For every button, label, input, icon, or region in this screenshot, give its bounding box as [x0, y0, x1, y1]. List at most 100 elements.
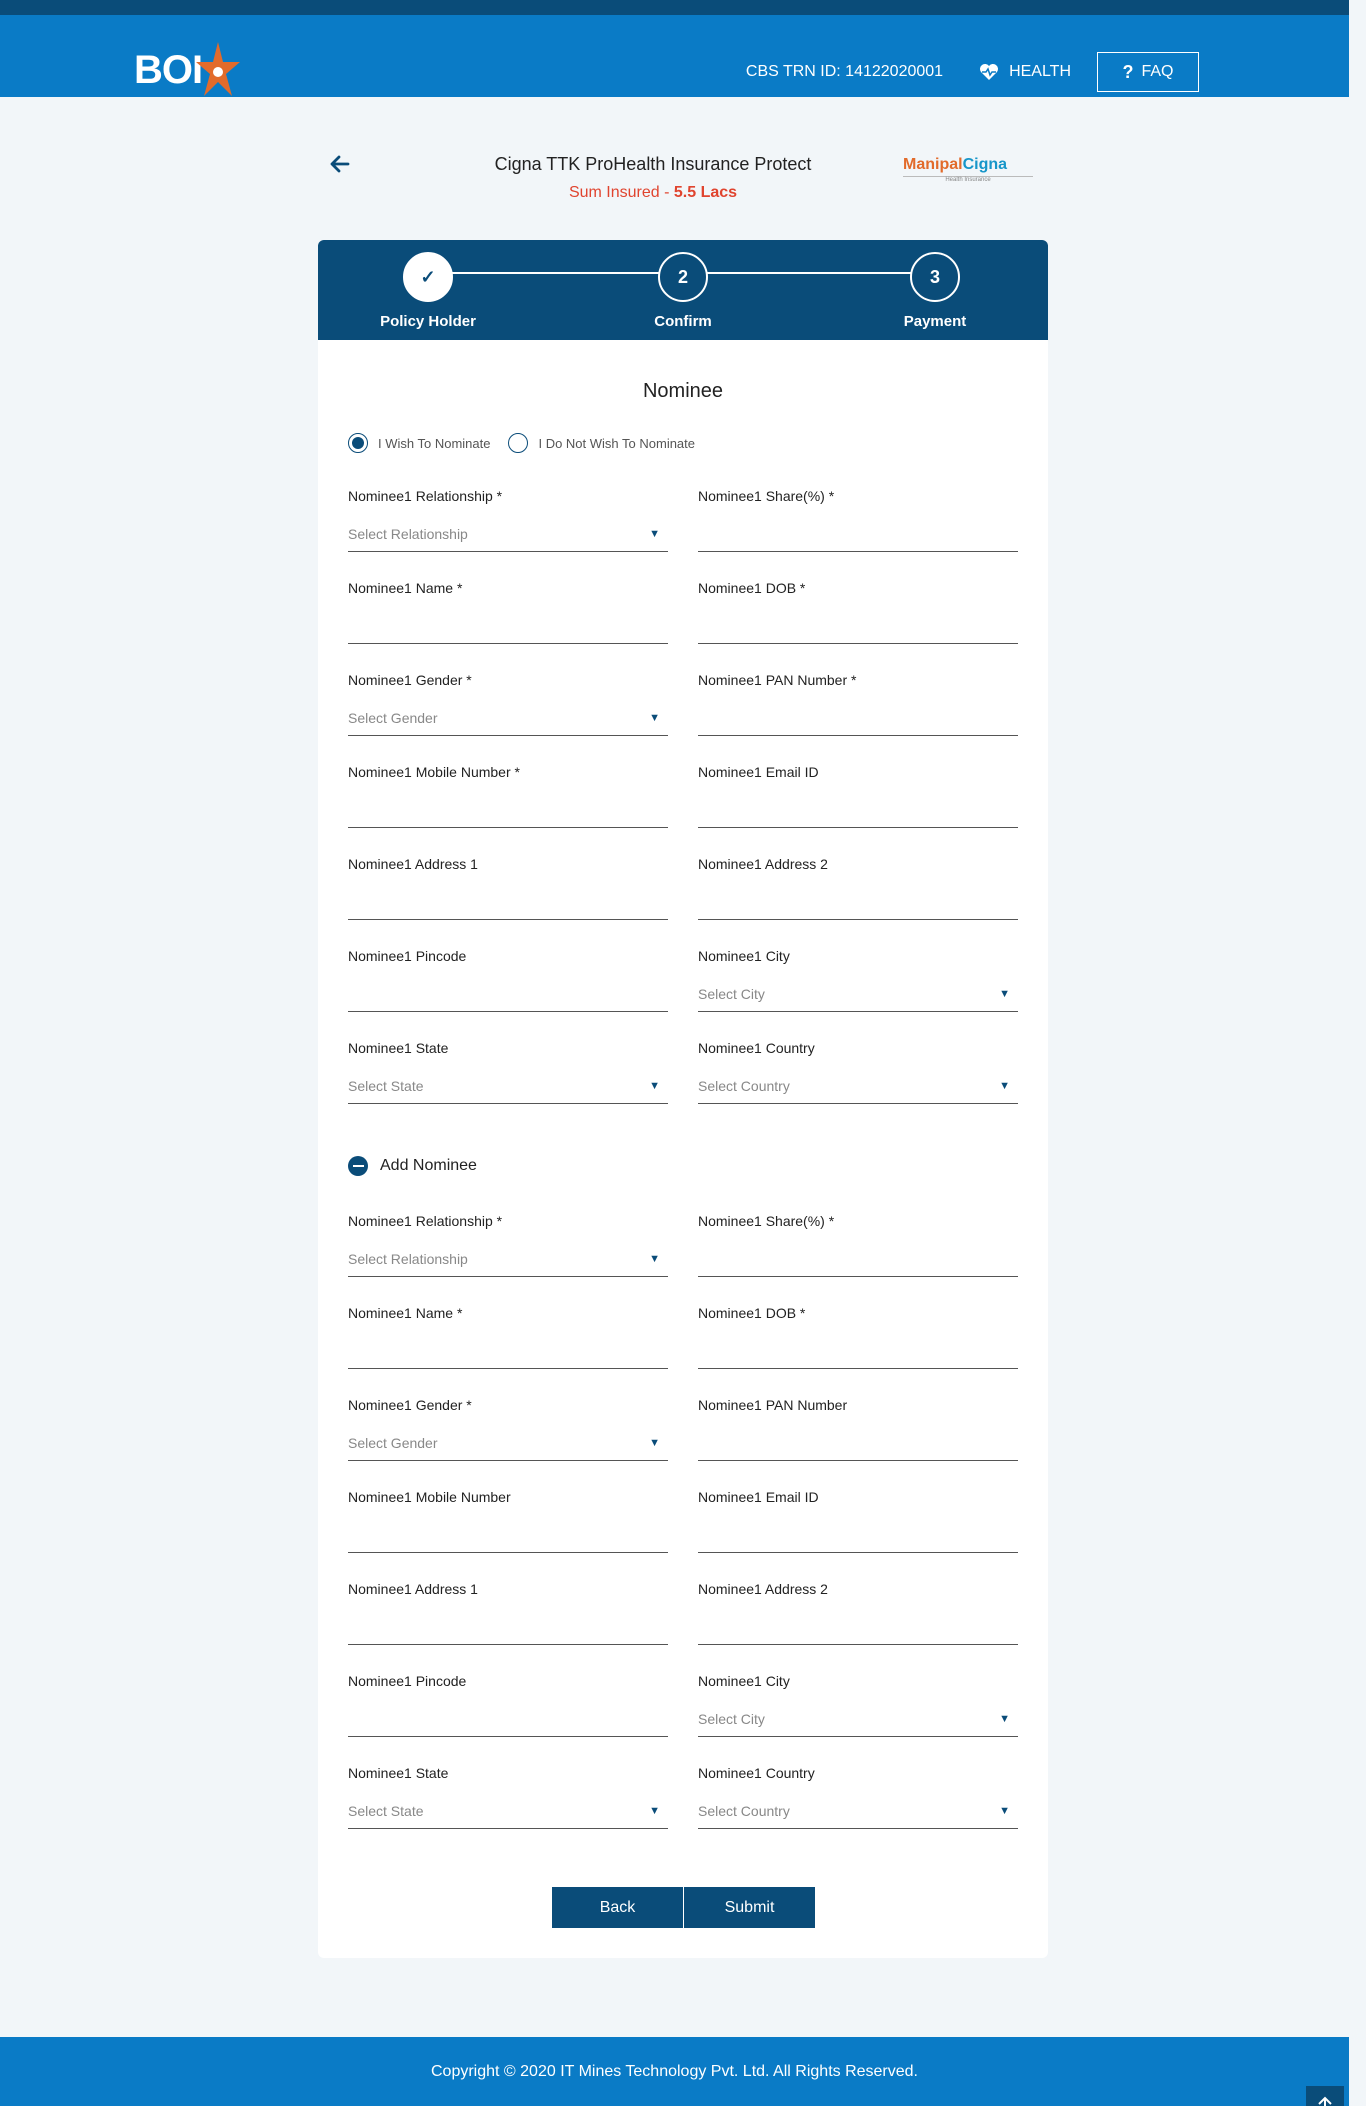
radio-no-label: I Do Not Wish To Nominate — [538, 435, 696, 451]
name-input[interactable] — [348, 608, 668, 644]
step-policy-holder-check-icon: ✓ — [403, 252, 453, 302]
field-label: Nominee1 City — [698, 1673, 790, 1689]
nominee2-address2-field: Nominee1 Address 2 — [698, 1581, 1018, 1673]
address1-input[interactable] — [348, 1609, 668, 1645]
field-label: Nominee1 Share(%) * — [698, 488, 835, 504]
arrow-up-icon — [1318, 2096, 1332, 2106]
pincode-input[interactable] — [348, 976, 668, 1012]
boi-logo[interactable]: BOI — [134, 35, 242, 105]
select-placeholder: Select Country — [698, 1077, 790, 1094]
nominee2-state-field: Nominee1 State Select State ▼ — [348, 1765, 668, 1857]
radio-wish-to-nominate[interactable]: I Wish To Nominate — [348, 433, 490, 453]
submit-button[interactable]: Submit — [684, 1887, 815, 1928]
health-label: HEALTH — [1009, 63, 1071, 80]
state-select[interactable]: Select State ▼ — [348, 1068, 668, 1104]
sum-insured: Sum Insured - 5.5 Lacs — [318, 184, 988, 202]
country-select[interactable]: Select Country ▼ — [698, 1068, 1018, 1104]
field-label: Nominee1 Country — [698, 1040, 815, 1056]
field-label: Nominee1 PAN Number * — [698, 672, 857, 688]
nominee1-relationship-field: Nominee1 Relationship * Select Relations… — [348, 488, 668, 580]
field-label: Nominee1 Email ID — [698, 764, 819, 780]
nominee1-dob-field: Nominee1 DOB * — [698, 580, 1018, 672]
step-confirm-number: 2 — [658, 252, 708, 302]
radio-checked-icon[interactable] — [348, 433, 368, 453]
nominee2-name-field: Nominee1 Name * — [348, 1305, 668, 1397]
mobile-input[interactable] — [348, 1517, 668, 1553]
chevron-down-icon: ▼ — [999, 1079, 1010, 1092]
address2-input[interactable] — [698, 1609, 1018, 1645]
state-select[interactable]: Select State ▼ — [348, 1793, 668, 1829]
share-input[interactable] — [698, 1241, 1018, 1277]
field-label: Nominee1 Pincode — [348, 1673, 467, 1689]
nominee2-email-field: Nominee1 Email ID — [698, 1489, 1018, 1581]
radio-do-not-nominate[interactable]: I Do Not Wish To Nominate — [508, 433, 695, 453]
country-select[interactable]: Select Country ▼ — [698, 1793, 1018, 1829]
select-placeholder: Select Gender — [348, 709, 438, 726]
question-icon: ? — [1122, 61, 1134, 82]
nominee2-mobile-field: Nominee1 Mobile Number — [348, 1489, 668, 1581]
chevron-down-icon: ▼ — [649, 527, 660, 540]
name-input[interactable] — [348, 1333, 668, 1369]
add-nominee-toggle[interactable]: Add Nominee — [348, 1156, 477, 1176]
chevron-down-icon: ▼ — [649, 1804, 660, 1817]
pan-input[interactable] — [698, 1425, 1018, 1461]
nominee1-city-field: Nominee1 City Select City ▼ — [698, 948, 1018, 1040]
copyright-text: Copyright © 2020 IT Mines Technology Pvt… — [431, 2062, 918, 2080]
nominee2-country-field: Nominee1 Country Select Country ▼ — [698, 1765, 1018, 1857]
site-footer: Copyright © 2020 IT Mines Technology Pvt… — [0, 2037, 1349, 2106]
field-label: Nominee1 Pincode — [348, 948, 467, 964]
relationship-select[interactable]: Select Relationship ▼ — [348, 1241, 668, 1277]
scroll-to-top-button[interactable] — [1306, 2086, 1344, 2106]
pincode-input[interactable] — [348, 1701, 668, 1737]
gender-select[interactable]: Select Gender ▼ — [348, 1425, 668, 1461]
select-placeholder: Select Gender — [348, 1434, 438, 1451]
chevron-down-icon: ▼ — [649, 1079, 660, 1092]
chevron-down-icon: ▼ — [649, 711, 660, 724]
nominee2-dob-field: Nominee1 DOB * — [698, 1305, 1018, 1397]
email-input[interactable] — [698, 1517, 1018, 1553]
nominee2-pan-field: Nominee1 PAN Number — [698, 1397, 1018, 1489]
email-input[interactable] — [698, 792, 1018, 828]
radio-unchecked-icon[interactable] — [508, 433, 529, 453]
nominee-card: ✓ 2 3 Policy Holder Confirm Payment Nomi… — [318, 240, 1048, 1958]
dob-input[interactable] — [698, 1333, 1018, 1369]
mobile-input[interactable] — [348, 792, 668, 828]
back-button[interactable]: Back — [552, 1887, 683, 1928]
address2-input[interactable] — [698, 884, 1018, 920]
field-label: Nominee1 City — [698, 948, 790, 964]
nominee1-gender-field: Nominee1 Gender * Select Gender ▼ — [348, 672, 668, 764]
city-select[interactable]: Select City ▼ — [698, 976, 1018, 1012]
select-placeholder: Select State — [348, 1077, 424, 1094]
address1-input[interactable] — [348, 884, 668, 920]
nominee2-address1-field: Nominee1 Address 1 — [348, 1581, 668, 1673]
field-label: Nominee1 Relationship * — [348, 488, 503, 504]
pan-input[interactable] — [698, 700, 1018, 736]
field-label: Nominee1 PAN Number — [698, 1397, 848, 1413]
right-gutter — [1349, 0, 1366, 2106]
field-label: Nominee1 Address 2 — [698, 1581, 828, 1597]
chevron-down-icon: ▼ — [999, 1712, 1010, 1725]
chevron-down-icon: ▼ — [649, 1436, 660, 1449]
nominee1-name-field: Nominee1 Name * — [348, 580, 668, 672]
relationship-select[interactable]: Select Relationship ▼ — [348, 516, 668, 552]
add-nominee-label: Add Nominee — [380, 1157, 477, 1174]
share-input[interactable] — [698, 516, 1018, 552]
field-label: Nominee1 Mobile Number * — [348, 764, 520, 780]
top-strip — [0, 0, 1349, 15]
field-label: Nominee1 Mobile Number — [348, 1489, 511, 1505]
star-logo-icon — [196, 42, 241, 96]
nominee1-mobile-field: Nominee1 Mobile Number * — [348, 764, 668, 856]
field-label: Nominee1 Name * — [348, 1305, 463, 1321]
field-label: Nominee1 Name * — [348, 580, 463, 596]
field-label: Nominee1 Gender * — [348, 1397, 472, 1413]
minus-circle-icon[interactable] — [348, 1156, 368, 1176]
faq-button[interactable]: ? FAQ — [1097, 52, 1199, 92]
step-confirm-label: Confirm — [654, 313, 712, 330]
select-placeholder: Select City — [698, 985, 765, 1002]
dob-input[interactable] — [698, 608, 1018, 644]
gender-select[interactable]: Select Gender ▼ — [348, 700, 668, 736]
health-link[interactable]: HEALTH — [979, 63, 1071, 81]
city-select[interactable]: Select City ▼ — [698, 1701, 1018, 1737]
nominee2-relationship-field: Nominee1 Relationship * Select Relations… — [348, 1213, 668, 1305]
field-label: Nominee1 Relationship * — [348, 1213, 503, 1229]
